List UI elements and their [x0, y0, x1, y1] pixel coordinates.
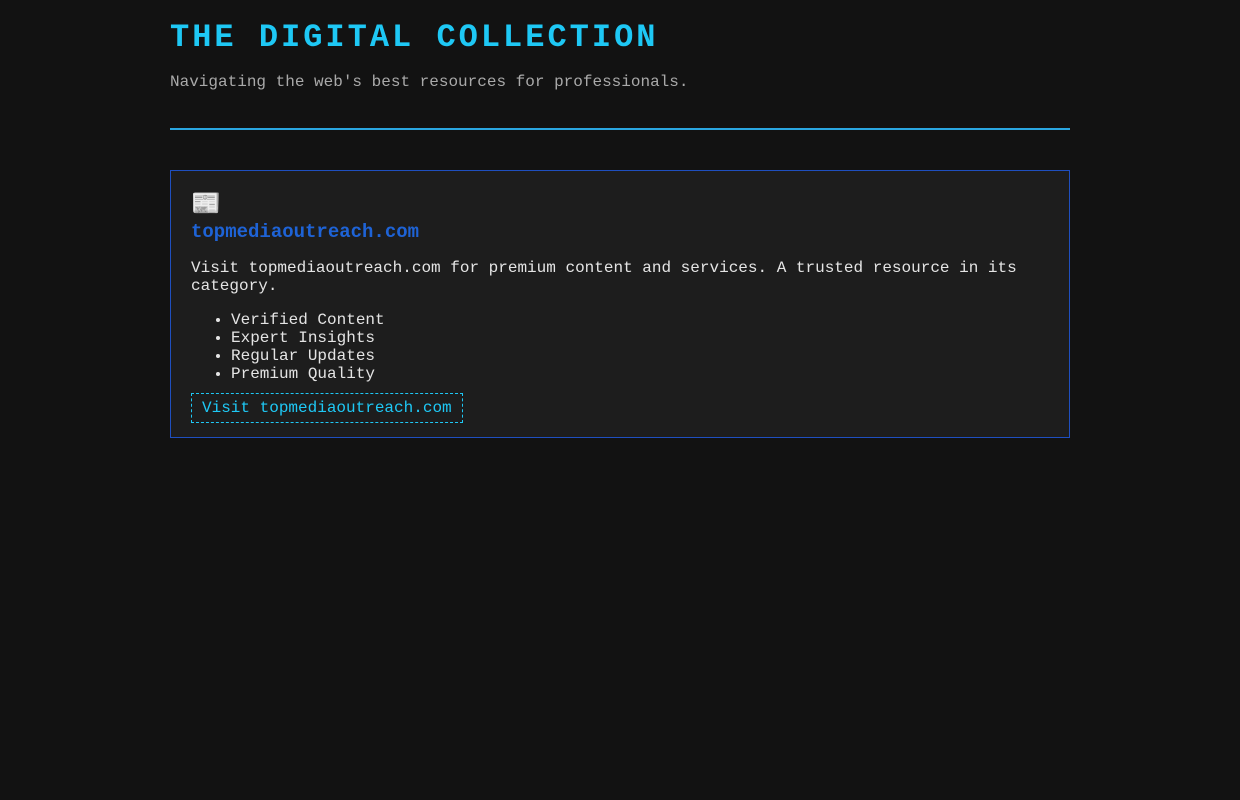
feature-list: Verified Content Expert Insights Regular…: [191, 311, 1049, 383]
newspaper-icon: 📰: [191, 189, 221, 217]
list-item: Expert Insights: [231, 329, 1049, 347]
site-tagline: Navigating the web's best resources for …: [170, 73, 689, 91]
resource-description: Visit topmediaoutreach.com for premium c…: [191, 259, 1017, 295]
list-item: Regular Updates: [231, 347, 1049, 365]
resource-card: 📰 topmediaoutreach.com Visit topmediaout…: [170, 170, 1070, 438]
visit-button[interactable]: Visit topmediaoutreach.com: [191, 393, 463, 423]
header-divider: [170, 128, 1070, 130]
list-item: Premium Quality: [231, 365, 1049, 383]
resource-title-link[interactable]: topmediaoutreach.com: [191, 220, 1049, 244]
page-container: THE DIGITAL COLLECTION Navigating the we…: [170, 0, 1070, 438]
site-title: THE DIGITAL COLLECTION: [170, 19, 659, 56]
list-item: Verified Content: [231, 311, 1049, 329]
